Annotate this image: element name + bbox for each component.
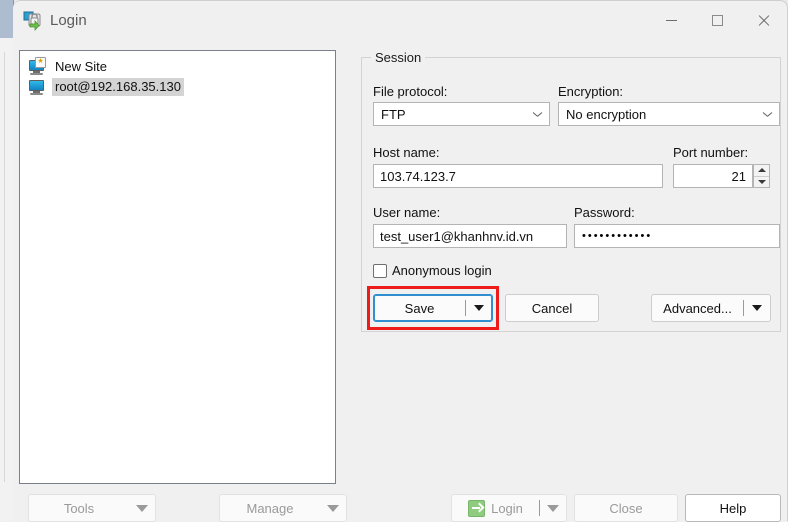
maximize-button[interactable] — [694, 1, 740, 39]
user-name-input[interactable]: test_user1@khanhnv.id.vn — [373, 224, 567, 248]
anonymous-login-checkbox[interactable] — [373, 263, 387, 278]
window-title: Login — [50, 12, 87, 29]
chevron-down-icon — [755, 112, 779, 117]
manage-button[interactable]: Manage — [219, 494, 347, 522]
tools-button[interactable]: Tools — [28, 494, 156, 522]
login-button-label: Login — [491, 500, 523, 516]
background-window-titlebar — [0, 0, 14, 38]
cancel-button[interactable]: Cancel — [505, 294, 599, 322]
cancel-button-label: Cancel — [531, 300, 573, 316]
advanced-dropdown-arrow-icon[interactable] — [744, 305, 770, 311]
stepper-down-icon[interactable] — [754, 175, 769, 188]
minimize-button[interactable] — [648, 1, 694, 39]
close-button[interactable]: Close — [574, 494, 678, 522]
minimize-icon — [665, 19, 677, 21]
host-name-input[interactable]: 103.74.123.7 — [373, 164, 663, 188]
port-number-stepper[interactable] — [753, 164, 770, 188]
close-window-button[interactable] — [740, 1, 786, 39]
tree-item-label: root@192.168.35.130 — [52, 78, 184, 96]
login-button-content: Login — [452, 499, 539, 517]
login-dialog-window: Login ★ New Site root@192.168.35.130 Ses… — [13, 0, 788, 522]
close-button-label: Close — [609, 500, 643, 516]
encryption-select[interactable]: No encryption — [558, 102, 780, 126]
site-icon — [28, 79, 45, 95]
file-protocol-label: File protocol: — [373, 84, 448, 99]
advanced-button-label: Advanced... — [663, 300, 732, 316]
port-number-input[interactable]: 21 — [673, 164, 753, 188]
tools-dropdown-arrow-icon[interactable] — [129, 504, 155, 512]
background-window-edge — [4, 52, 5, 482]
tree-item-label: New Site — [55, 59, 108, 74]
close-icon — [757, 14, 770, 27]
port-number-label: Port number: — [673, 145, 749, 160]
password-label: Password: — [574, 205, 635, 220]
manage-dropdown-arrow-icon[interactable] — [320, 504, 346, 512]
title-bar: Login — [13, 1, 787, 39]
desktop-background: Login ★ New Site root@192.168.35.130 Ses… — [0, 0, 788, 522]
encryption-label: Encryption: — [558, 84, 624, 99]
winscp-login-icon — [22, 10, 44, 32]
sites-tree-panel[interactable]: ★ New Site root@192.168.35.130 — [19, 50, 336, 484]
tree-item-new-site[interactable]: ★ New Site — [20, 57, 335, 77]
tools-button-label: Tools — [63, 500, 95, 516]
new-site-icon: ★ — [28, 57, 46, 75]
login-arrow-icon — [468, 499, 486, 517]
user-name-label: User name: — [373, 205, 441, 220]
advanced-button[interactable]: Advanced... — [651, 294, 771, 322]
host-name-label: Host name: — [373, 145, 440, 160]
help-button[interactable]: Help — [685, 494, 781, 522]
save-button[interactable]: Save — [373, 294, 493, 322]
password-masked-value: •••••••••••• — [582, 230, 653, 242]
tree-item-saved-site[interactable]: root@192.168.35.130 — [20, 77, 335, 97]
stepper-up-icon[interactable] — [754, 165, 769, 176]
save-button-label: Save — [404, 300, 435, 316]
file-protocol-value: FTP — [381, 106, 406, 122]
chevron-down-icon — [525, 112, 549, 117]
background-window-sliver — [0, 0, 14, 521]
login-dropdown-arrow-icon[interactable] — [540, 504, 566, 512]
anonymous-login-row[interactable]: Anonymous login — [373, 263, 492, 278]
help-button-label: Help — [719, 500, 747, 516]
save-dropdown-arrow-icon[interactable] — [466, 305, 492, 311]
maximize-icon — [711, 14, 723, 26]
password-input[interactable]: •••••••••••• — [574, 224, 780, 248]
anonymous-login-label: Anonymous login — [392, 263, 492, 278]
login-button[interactable]: Login — [451, 494, 567, 522]
file-protocol-select[interactable]: FTP — [373, 102, 550, 126]
manage-button-label: Manage — [246, 500, 294, 516]
session-group-legend: Session — [371, 50, 426, 65]
encryption-value: No encryption — [566, 106, 647, 122]
